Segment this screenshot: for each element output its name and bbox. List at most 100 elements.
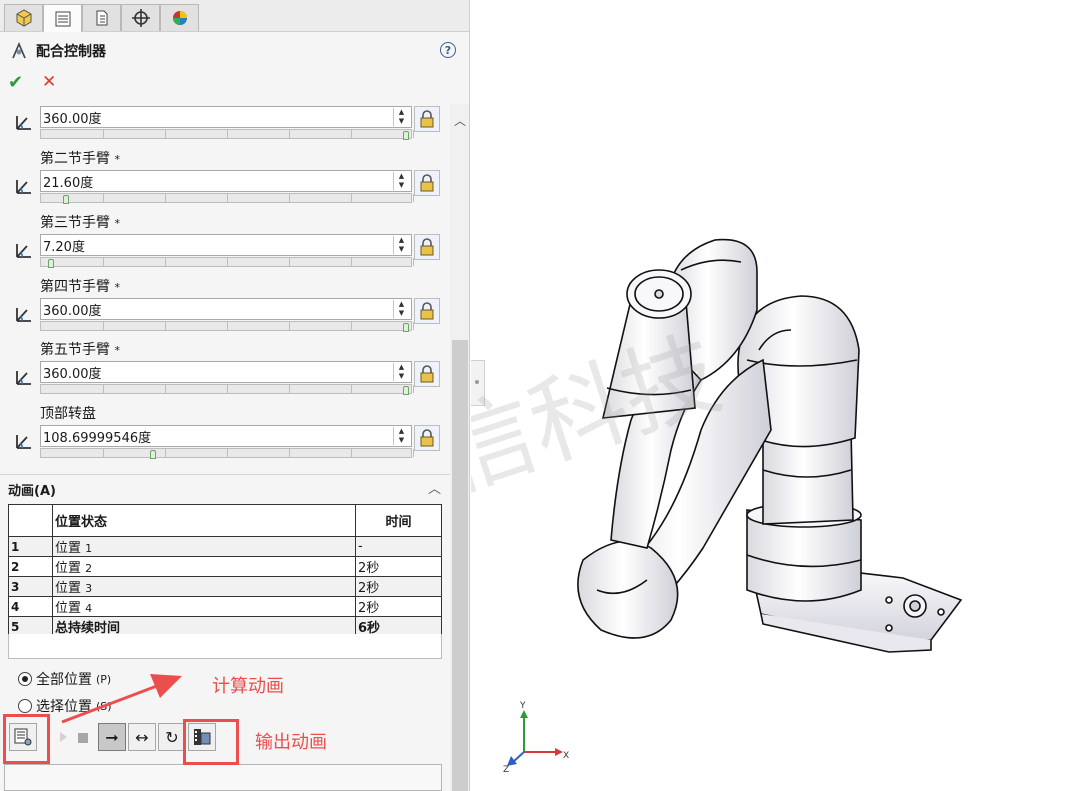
slider-tick	[289, 258, 290, 266]
lock-button[interactable]	[414, 298, 440, 324]
slider-thumb[interactable]	[403, 386, 409, 395]
angle-slider[interactable]	[40, 384, 414, 395]
lock-icon	[420, 429, 434, 447]
play-once-button[interactable]: ➞	[98, 723, 126, 751]
slider-tick	[351, 130, 352, 138]
slider-thumb[interactable]	[150, 450, 156, 459]
lock-button[interactable]	[414, 425, 440, 451]
vertical-scrollbar[interactable]: ︿	[450, 104, 469, 791]
ok-button[interactable]: ✔	[8, 72, 23, 93]
table-row[interactable]: 1 位置 1 -	[8, 536, 442, 557]
angle-slider[interactable]	[40, 448, 414, 459]
row-index: 1	[8, 536, 53, 557]
arrow-left-right-icon: ↔	[135, 727, 149, 747]
collapse-chevron-icon[interactable]: ︿	[428, 478, 441, 497]
table-row[interactable]: 3 位置 3 2秒	[8, 576, 442, 597]
spin-arrows[interactable]: ▲ ▼	[393, 363, 409, 381]
slider-tick	[351, 194, 352, 202]
tab-feature-manager[interactable]	[4, 4, 43, 31]
angle-value-field[interactable]: 108.69999546度 ▲ ▼	[40, 425, 412, 447]
tab-dimxpert[interactable]	[121, 4, 160, 31]
solidworks-window: 配合控制器 ? ✔ ✕ 360.00度 ▲ ▼ 第二节手臂 * 21.60度 ▲ ▼	[0, 0, 1068, 791]
lock-button[interactable]	[414, 361, 440, 387]
callout-output-animation: 输出动画	[255, 732, 327, 753]
spin-down-icon[interactable]: ▼	[394, 372, 409, 381]
slider-tick	[289, 130, 290, 138]
slider-tick	[227, 449, 228, 457]
row-time[interactable]: 2秒	[355, 556, 442, 577]
mate-label: 顶部转盘	[40, 406, 96, 422]
spin-down-icon[interactable]: ▼	[394, 245, 409, 254]
spin-up-icon[interactable]: ▲	[394, 427, 409, 436]
reciprocate-button[interactable]: ↔	[128, 723, 156, 751]
spin-down-icon[interactable]: ▼	[394, 436, 409, 445]
mate-row: 顶部转盘 108.69999546度 ▲ ▼	[0, 401, 450, 465]
play-icon[interactable]	[60, 732, 67, 742]
spin-up-icon[interactable]: ▲	[394, 108, 409, 117]
scroll-up-icon[interactable]: ︿	[454, 112, 466, 129]
spin-down-icon[interactable]: ▼	[394, 181, 409, 190]
tab-property-manager[interactable]	[43, 4, 82, 32]
spin-up-icon[interactable]: ▲	[394, 172, 409, 181]
spin-arrows[interactable]: ▲ ▼	[393, 427, 409, 445]
spin-up-icon[interactable]: ▲	[394, 300, 409, 309]
lock-button[interactable]	[414, 106, 440, 132]
page-title: 配合控制器	[10, 40, 106, 62]
radio-dot-selected[interactable]	[18, 672, 32, 686]
row-time[interactable]: 2秒	[355, 596, 442, 617]
scrollbar-thumb[interactable]	[452, 340, 468, 791]
slider-thumb[interactable]	[403, 131, 409, 140]
spin-down-icon[interactable]: ▼	[394, 117, 409, 126]
slider-tick	[165, 194, 166, 202]
row-time[interactable]: -	[355, 536, 442, 557]
angle-value-field[interactable]: 21.60度 ▲ ▼	[40, 170, 412, 192]
help-icon[interactable]: ?	[440, 42, 456, 58]
angle-value-text: 7.20度	[43, 239, 85, 255]
spin-arrows[interactable]: ▲ ▼	[393, 108, 409, 126]
row-position: 位置 3	[52, 576, 356, 597]
radio-dot[interactable]	[18, 699, 32, 713]
spin-arrows[interactable]: ▲ ▼	[393, 236, 409, 254]
spin-down-icon[interactable]: ▼	[394, 309, 409, 318]
slider-thumb[interactable]	[63, 195, 69, 204]
spin-up-icon[interactable]: ▲	[394, 363, 409, 372]
angle-slider[interactable]	[40, 321, 414, 332]
mate-row: 360.00度 ▲ ▼	[0, 104, 450, 146]
slider-tick	[227, 130, 228, 138]
angle-mate-icon	[16, 180, 31, 194]
angle-value-field[interactable]: 7.20度 ▲ ▼	[40, 234, 412, 256]
angle-value-field[interactable]: 360.00度 ▲ ▼	[40, 106, 412, 128]
angle-value-text: 360.00度	[43, 111, 102, 127]
lock-button[interactable]	[414, 170, 440, 196]
angle-value-text: 21.60度	[43, 175, 94, 191]
spin-arrows[interactable]: ▲ ▼	[393, 172, 409, 190]
radio-select-positions[interactable]: 选择位置 (S)	[18, 696, 112, 716]
stop-icon[interactable]	[78, 733, 88, 743]
table-row[interactable]: 4 位置 4 2秒	[8, 596, 442, 617]
tab-display-manager[interactable]	[160, 4, 199, 31]
animation-section-header[interactable]: 动画(A) ︿	[0, 474, 450, 499]
mate-label: 第二节手臂 *	[40, 151, 120, 167]
slider-tick	[103, 194, 104, 202]
slider-tick	[227, 385, 228, 393]
table-row[interactable]: 2 位置 2 2秒	[8, 556, 442, 577]
tab-configuration-manager[interactable]	[82, 4, 121, 31]
angle-value-field[interactable]: 360.00度 ▲ ▼	[40, 298, 412, 320]
spin-up-icon[interactable]: ▲	[394, 236, 409, 245]
lock-button[interactable]	[414, 234, 440, 260]
angle-slider[interactable]	[40, 193, 414, 204]
angle-value-field[interactable]: 360.00度 ▲ ▼	[40, 361, 412, 383]
radio-all-positions[interactable]: 全部位置 (P)	[18, 669, 111, 689]
angle-slider[interactable]	[40, 129, 414, 140]
slider-thumb[interactable]	[48, 259, 54, 268]
angle-mate-icon	[16, 308, 31, 322]
graphics-viewport[interactable]: 生信科技 Y X Z	[471, 0, 1068, 791]
angle-slider[interactable]	[40, 257, 414, 268]
animation-section-title: 动画(A)	[8, 484, 56, 499]
loop-button[interactable]: ↻	[158, 723, 186, 751]
spin-arrows[interactable]: ▲ ▼	[393, 300, 409, 318]
slider-thumb[interactable]	[403, 323, 409, 332]
configuration-icon	[96, 10, 107, 26]
row-time[interactable]: 2秒	[355, 576, 442, 597]
cancel-button[interactable]: ✕	[42, 72, 56, 92]
